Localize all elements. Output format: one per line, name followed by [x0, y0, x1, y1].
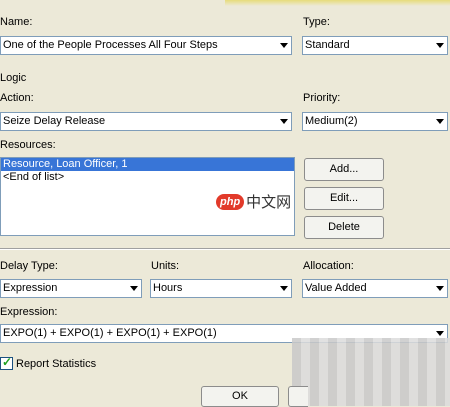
resources-label: Resources: — [0, 139, 56, 151]
expression-label: Expression: — [0, 306, 58, 318]
ok-button[interactable]: OK — [201, 386, 279, 407]
type-value: Standard — [305, 39, 350, 51]
action-label: Action: — [0, 92, 34, 104]
section-divider — [0, 248, 450, 250]
window-edge-strip — [225, 0, 450, 6]
logic-group-label: Logic — [0, 72, 27, 84]
delay-type-select[interactable]: Expression — [0, 279, 142, 298]
chevron-down-icon[interactable] — [436, 119, 444, 124]
allocation-label: Allocation: — [303, 260, 354, 272]
units-label: Units: — [151, 260, 180, 272]
name-combobox[interactable]: One of the People Processes All Four Ste… — [0, 36, 292, 55]
chevron-down-icon[interactable] — [280, 43, 288, 48]
priority-select[interactable]: Medium(2) — [302, 112, 448, 131]
action-select[interactable]: Seize Delay Release — [0, 112, 292, 131]
watermark: php 中文网 — [216, 191, 291, 213]
action-value: Seize Delay Release — [3, 115, 106, 127]
list-item[interactable]: <End of list> — [1, 171, 294, 184]
name-value: One of the People Processes All Four Ste… — [3, 39, 218, 51]
php-logo: php — [216, 193, 245, 210]
blurred-region — [292, 338, 450, 406]
edit-resource-button[interactable]: Edit... — [304, 187, 384, 210]
delay-type-label: Delay Type: — [0, 260, 58, 272]
priority-label: Priority: — [303, 92, 341, 104]
type-label: Type: — [303, 16, 330, 28]
report-statistics-label: Report Statistics — [16, 358, 97, 370]
name-label: Name: — [0, 16, 33, 28]
add-resource-button[interactable]: Add... — [304, 158, 384, 181]
type-select[interactable]: Standard — [302, 36, 448, 55]
watermark-text: 中文网 — [246, 194, 292, 211]
allocation-value: Value Added — [305, 282, 367, 294]
delete-resource-button[interactable]: Delete — [304, 216, 384, 239]
cancel-button[interactable] — [288, 386, 308, 407]
list-item[interactable]: Resource, Loan Officer, 1 — [1, 158, 294, 171]
allocation-select[interactable]: Value Added — [302, 279, 448, 298]
checkmark-icon: ✓ — [2, 355, 13, 369]
units-select[interactable]: Hours — [150, 279, 292, 298]
units-value: Hours — [153, 282, 183, 294]
chevron-down-icon[interactable] — [280, 286, 288, 291]
chevron-down-icon[interactable] — [280, 119, 288, 124]
chevron-down-icon[interactable] — [436, 331, 444, 336]
chevron-down-icon[interactable] — [436, 43, 444, 48]
chevron-down-icon[interactable] — [436, 286, 444, 291]
chevron-down-icon[interactable] — [130, 286, 138, 291]
delay-type-value: Expression — [3, 282, 58, 294]
expression-value: EXPO(1) + EXPO(1) + EXPO(1) + EXPO(1) — [3, 327, 217, 339]
report-statistics-checkbox[interactable]: ✓ — [0, 355, 13, 370]
priority-value: Medium(2) — [305, 115, 358, 127]
